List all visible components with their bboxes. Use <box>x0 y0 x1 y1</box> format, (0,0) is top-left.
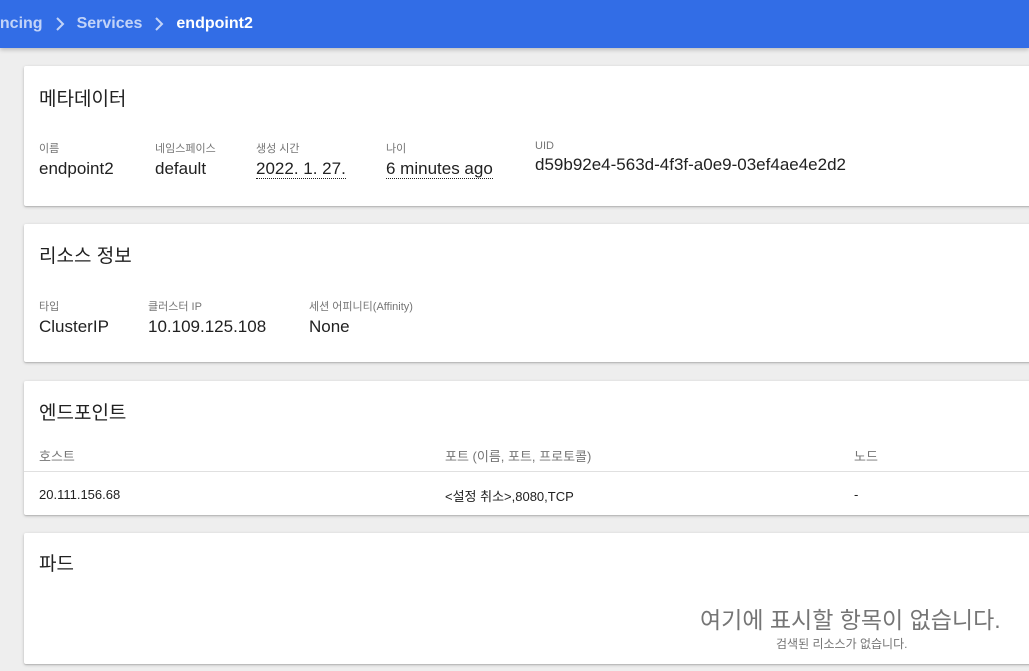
pods-card: 파드 여기에 표시할 항목이 없습니다. 검색된 리소스가 없습니다. <box>24 533 1029 664</box>
resource-info-card: 리소스 정보 타입 ClusterIP 클러스터 IP 10.109.125.1… <box>24 224 1029 362</box>
row-ports: <설정 취소>,8080,TCP <box>445 489 574 504</box>
name-label: 이름 <box>39 143 60 155</box>
age-label: 나이 <box>386 143 407 155</box>
type-label: 타입 <box>39 301 60 313</box>
affinity-value: None <box>309 317 350 336</box>
uid-field: UID d59b92e4-563d-4f3f-a0e9-03ef4ae4e2d2 <box>535 140 846 175</box>
type-field: 타입 ClusterIP <box>39 298 109 337</box>
breadcrumb-item-services[interactable]: Services <box>77 15 143 33</box>
table-divider <box>24 471 1029 472</box>
column-header-host[interactable]: 호스트 <box>39 446 75 465</box>
breadcrumb: ancing Services endpoint2 <box>0 15 253 33</box>
namespace-value: default <box>155 159 207 178</box>
affinity-label: 세션 어피니티(Affinity) <box>309 301 413 313</box>
column-header-node[interactable]: 노드 <box>854 446 878 465</box>
created-label: 생성 시간 <box>256 143 300 155</box>
affinity-field: 세션 어피니티(Affinity) None <box>309 298 413 337</box>
type-value: ClusterIP <box>39 317 109 336</box>
name-field: 이름 endpoint2 <box>39 140 114 179</box>
breadcrumb-item-load-balancing[interactable]: ancing <box>0 15 43 33</box>
chevron-right-icon <box>155 17 164 31</box>
breadcrumb-item-current: endpoint2 <box>176 15 253 32</box>
created-value[interactable]: 2022. 1. 27. <box>256 159 346 179</box>
empty-state-title: 여기에 표시할 항목이 없습니다. <box>700 607 1001 633</box>
metadata-title: 메타데이터 <box>39 89 127 110</box>
chevron-right-icon <box>55 17 64 31</box>
age-field: 나이 6 minutes ago <box>386 140 493 179</box>
age-value[interactable]: 6 minutes ago <box>386 159 493 179</box>
uid-value: d59b92e4-563d-4f3f-a0e9-03ef4ae4e2d2 <box>535 155 846 174</box>
name-value: endpoint2 <box>39 159 114 178</box>
empty-state-subtitle: 검색된 리소스가 없습니다. <box>776 637 908 651</box>
cluster-ip-label: 클러스터 IP <box>148 301 202 313</box>
pods-title: 파드 <box>39 554 74 575</box>
created-field: 생성 시간 2022. 1. 27. <box>256 140 346 179</box>
column-header-ports[interactable]: 포트 (이름, 포트, 프로토콜) <box>445 446 591 465</box>
endpoints-title: 엔드포인트 <box>39 403 127 424</box>
row-node: - <box>854 487 859 502</box>
namespace-field: 네임스페이스 default <box>155 140 216 179</box>
metadata-card: 메타데이터 이름 endpoint2 네임스페이스 default 생성 시간 … <box>24 66 1029 206</box>
cluster-ip-value: 10.109.125.108 <box>148 317 267 336</box>
namespace-label: 네임스페이스 <box>155 143 216 155</box>
row-host: 20.111.156.68 <box>39 487 121 502</box>
endpoints-card: 엔드포인트 호스트 포트 (이름, 포트, 프로토콜) 노드 20.111.15… <box>24 381 1029 515</box>
uid-label: UID <box>535 140 554 152</box>
cluster-ip-field: 클러스터 IP 10.109.125.108 <box>148 298 266 337</box>
resource-info-title: 리소스 정보 <box>39 246 132 267</box>
top-toolbar: ancing Services endpoint2 <box>0 0 1029 48</box>
